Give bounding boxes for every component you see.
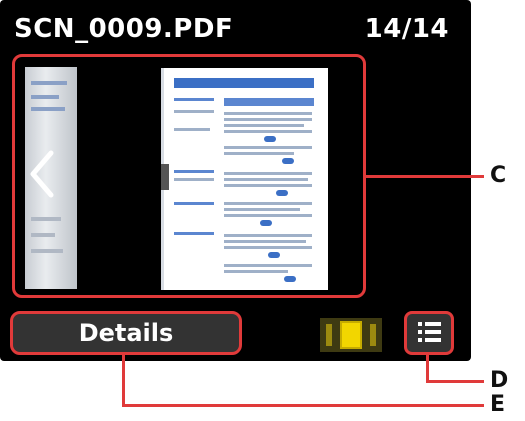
chevron-left-icon[interactable] (27, 149, 57, 199)
callout-line-d-horizontal (426, 380, 484, 383)
list-view-icon (418, 322, 441, 342)
callout-label-c: C (490, 163, 507, 188)
single-page-view-button[interactable] (320, 318, 382, 352)
current-page-thumbnail[interactable] (161, 68, 328, 290)
preview-area[interactable] (12, 54, 366, 298)
callout-line-d-vertical (426, 355, 429, 382)
file-name: SCN_0009.PDF (14, 14, 234, 44)
list-view-button[interactable] (404, 311, 454, 355)
callout-label-d: D (490, 368, 509, 393)
callout-label-e: E (490, 392, 506, 417)
single-page-view-icon (340, 321, 362, 349)
scan-viewer-screen: SCN_0009.PDF 14/14 Details (0, 0, 471, 361)
callout-line-e-vertical (122, 355, 125, 406)
details-button-label: Details (78, 319, 174, 347)
details-button[interactable]: Details (10, 311, 242, 355)
callout-line-c (366, 175, 484, 178)
page-counter: 14/14 (364, 14, 449, 44)
scroll-indicator (161, 164, 169, 190)
callout-line-e-horizontal (122, 404, 484, 407)
